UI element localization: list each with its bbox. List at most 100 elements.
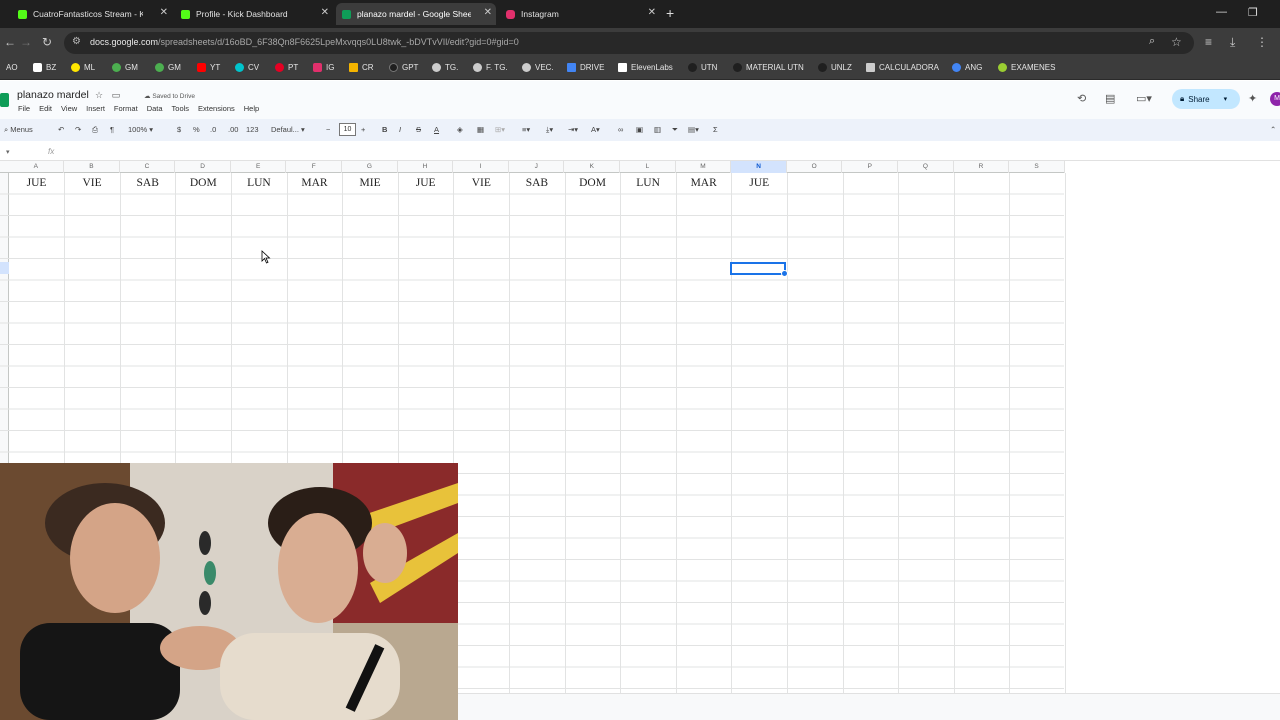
collapse-icon[interactable]: ⌃	[1270, 125, 1276, 134]
cell-day-label[interactable]: MAR	[676, 177, 732, 189]
cell-day-label[interactable]: SAB	[509, 177, 565, 189]
bookmark-item[interactable]: TG.	[432, 63, 458, 72]
menu-extensions[interactable]: Extensions	[198, 104, 235, 113]
bookmark-item[interactable]: UNLZ	[818, 63, 852, 72]
text-rotation-icon[interactable]: A▾	[591, 125, 600, 134]
history-icon[interactable]: ⟲	[1077, 92, 1086, 105]
bookmark-item[interactable]: DRIVE	[567, 63, 604, 72]
site-info-icon[interactable]: ⚙	[72, 36, 81, 47]
zoom-icon[interactable]: ⌕	[1149, 35, 1155, 48]
font-size-increase-icon[interactable]: +	[361, 125, 365, 134]
menu-insert[interactable]: Insert	[86, 104, 105, 113]
filter-views-icon[interactable]: ▤▾	[688, 125, 699, 134]
column-header-f[interactable]: F	[287, 161, 343, 173]
menu-data[interactable]: Data	[147, 104, 163, 113]
decrease-decimal-button[interactable]: .0	[210, 125, 216, 134]
bookmark-item[interactable]: ANG	[952, 63, 982, 72]
column-header-d[interactable]: D	[175, 161, 231, 173]
merge-cells-icon[interactable]: ⊞▾	[495, 125, 505, 134]
print-icon[interactable]: ⎙	[92, 125, 98, 135]
menu-file[interactable]: File	[18, 104, 30, 113]
column-header-n[interactable]: N	[731, 161, 787, 173]
text-wrap-icon[interactable]: ⇥▾	[568, 125, 578, 134]
column-header-c[interactable]: C	[120, 161, 176, 173]
cell-day-label[interactable]: SAB	[120, 177, 176, 189]
cell-day-label[interactable]: DOM	[565, 177, 621, 189]
font-select[interactable]: Defaul... ▾	[271, 125, 305, 134]
column-header-l[interactable]: L	[620, 161, 676, 173]
menu-help[interactable]: Help	[244, 104, 259, 113]
column-header-k[interactable]: K	[565, 161, 621, 173]
close-icon[interactable]: ✕	[484, 7, 492, 18]
bookmark-item[interactable]: AO	[6, 63, 18, 72]
close-icon[interactable]: ✕	[648, 7, 656, 18]
fill-color-icon[interactable]: ◈	[457, 125, 463, 134]
browser-tab-kick-stream[interactable]: CuatroFantasticos Stream - Kick ✕	[12, 3, 172, 25]
percent-format-button[interactable]: %	[193, 125, 200, 134]
menu-format[interactable]: Format	[114, 104, 138, 113]
comment-icon[interactable]: ▣	[636, 125, 643, 134]
meet-icon[interactable]: ▭▾	[1136, 92, 1152, 105]
column-header-e[interactable]: E	[231, 161, 287, 173]
font-size-field[interactable]: 10	[339, 123, 356, 136]
menu-edit[interactable]: Edit	[39, 104, 52, 113]
cell-day-label[interactable]: JUE	[398, 177, 454, 189]
column-header-a[interactable]: A	[9, 161, 65, 173]
column-header-g[interactable]: G	[342, 161, 398, 173]
bookmark-item[interactable]: PT	[275, 63, 298, 72]
browser-tab-instagram[interactable]: Instagram ✕	[500, 3, 660, 25]
currency-format-button[interactable]: $	[177, 125, 181, 134]
text-color-icon[interactable]: A	[434, 125, 439, 134]
avatar[interactable]: M	[1270, 92, 1280, 106]
name-box[interactable]: ▾	[6, 148, 10, 156]
column-header-q[interactable]: Q	[898, 161, 954, 173]
zoom-select[interactable]: 100% ▾	[128, 125, 153, 134]
column-header-j[interactable]: J	[509, 161, 565, 173]
column-header-r[interactable]: R	[954, 161, 1010, 173]
move-folder-icon[interactable]: ▭	[112, 90, 121, 100]
bookmark-item[interactable]: F. TG.	[473, 63, 508, 72]
new-tab-plus-icon[interactable]: +	[666, 5, 674, 21]
vertical-align-icon[interactable]: ⤓▾	[546, 125, 553, 135]
bookmark-item[interactable]: MATERIAL UTN	[733, 63, 804, 72]
bookmark-item[interactable]: UTN	[688, 63, 717, 72]
redo-icon[interactable]: ↷	[75, 125, 81, 134]
close-icon[interactable]: ✕	[160, 7, 168, 18]
cell-day-label[interactable]: LUN	[231, 177, 287, 189]
align-left-icon[interactable]: ≡▾	[522, 125, 530, 134]
cell-day-label[interactable]: JUE	[731, 177, 787, 189]
column-header-o[interactable]: O	[787, 161, 843, 173]
bookmark-item[interactable]: IG	[313, 63, 334, 72]
bookmark-item[interactable]: ElevenLabs	[618, 63, 673, 72]
save-status[interactable]: ☁ Saved to Drive	[144, 92, 195, 100]
close-icon[interactable]: ✕	[321, 7, 329, 18]
menu-tools[interactable]: Tools	[172, 104, 190, 113]
browser-menu-icon[interactable]: ⋮	[1256, 35, 1268, 49]
column-header-h[interactable]: H	[398, 161, 454, 173]
comments-icon[interactable]: ▤	[1105, 92, 1115, 105]
cell-day-label[interactable]: MIE	[342, 177, 398, 189]
back-icon[interactable]: ←	[4, 35, 16, 49]
undo-icon[interactable]: ↶	[58, 125, 64, 134]
bookmark-item[interactable]: ML	[71, 63, 95, 72]
paint-format-icon[interactable]: ¶	[110, 125, 114, 134]
bookmark-item[interactable]: CV	[235, 63, 259, 72]
share-button[interactable]: 🔒︎ Share ▾	[1172, 89, 1240, 109]
search-menus[interactable]: ⌕ Menus	[4, 125, 33, 135]
bookmark-item[interactable]: GPT	[389, 63, 418, 72]
document-title[interactable]: planazo mardel	[17, 89, 89, 101]
browser-tab-sheets[interactable]: planazo mardel - Google Sheets ✕	[336, 3, 496, 25]
filter-icon[interactable]: ⏷	[672, 125, 678, 135]
bookmark-item[interactable]: CR	[349, 63, 374, 72]
increase-decimal-button[interactable]: .00	[228, 125, 238, 134]
media-icon[interactable]: ≡	[1205, 35, 1212, 49]
italic-icon[interactable]: I	[399, 125, 401, 134]
cell-day-label[interactable]: DOM	[175, 177, 231, 189]
forward-icon[interactable]: →	[20, 35, 32, 49]
restore-icon[interactable]: ❐	[1248, 6, 1258, 19]
number-format-button[interactable]: 123	[246, 125, 259, 134]
bookmark-star-icon[interactable]: ☆	[1171, 35, 1182, 49]
bookmark-item[interactable]: GM	[112, 63, 138, 72]
star-icon[interactable]: ☆	[95, 90, 103, 100]
cell-day-label[interactable]: VIE	[64, 177, 120, 189]
